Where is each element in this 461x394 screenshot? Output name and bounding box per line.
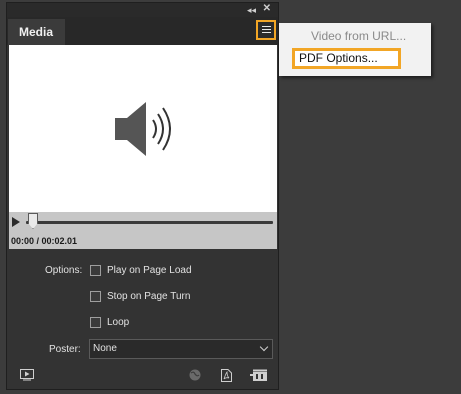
options-label: Options: <box>45 265 83 276</box>
panel-flyout-menu: Video from URL... PDF Options... <box>279 23 431 76</box>
close-panel-button[interactable]: ✕ <box>263 3 271 15</box>
play-on-page-load-checkbox[interactable] <box>90 265 101 276</box>
media-preview <box>9 45 277 212</box>
video-clapper-icon[interactable] <box>250 369 268 382</box>
media-panel: ◂◂ ✕ Media 00:00 / 00:02.01 Options: Pla… <box>6 2 279 390</box>
time-readout: 00:00 / 00:02.01 <box>11 236 78 246</box>
panel-menu-button[interactable] <box>256 20 276 40</box>
tab-bar: Media <box>7 17 278 45</box>
stop-on-page-turn-label: Stop on Page Turn <box>107 291 191 302</box>
poster-label: Poster: <box>49 344 81 355</box>
globe-icon[interactable] <box>189 369 201 381</box>
panel-title-strip: ◂◂ ✕ <box>7 3 278 17</box>
panel-menu-icon <box>262 26 271 34</box>
poster-select-value: None <box>93 343 117 354</box>
loop-checkbox[interactable] <box>90 317 101 328</box>
menu-item-video-from-url[interactable]: Video from URL... <box>311 29 406 43</box>
collapse-panel-button[interactable]: ◂◂ <box>247 4 256 16</box>
loop-label: Loop <box>107 317 130 328</box>
seek-track[interactable] <box>26 221 273 224</box>
chevron-down-icon <box>259 342 269 352</box>
pdf-icon[interactable] <box>221 369 232 382</box>
seek-thumb[interactable] <box>28 213 38 229</box>
speaker-volume-icon <box>115 102 171 156</box>
play-on-page-load-label: Play on Page Load <box>107 265 192 276</box>
preview-icon[interactable] <box>20 369 34 381</box>
playback-bar: 00:00 / 00:02.01 <box>9 212 277 249</box>
play-button[interactable] <box>12 217 20 227</box>
stop-on-page-turn-checkbox[interactable] <box>90 291 101 302</box>
panel-footer <box>7 363 278 389</box>
menu-item-pdf-options[interactable]: PDF Options... <box>292 48 401 69</box>
tab-media[interactable]: Media <box>8 19 65 45</box>
poster-select[interactable]: None <box>89 339 273 359</box>
